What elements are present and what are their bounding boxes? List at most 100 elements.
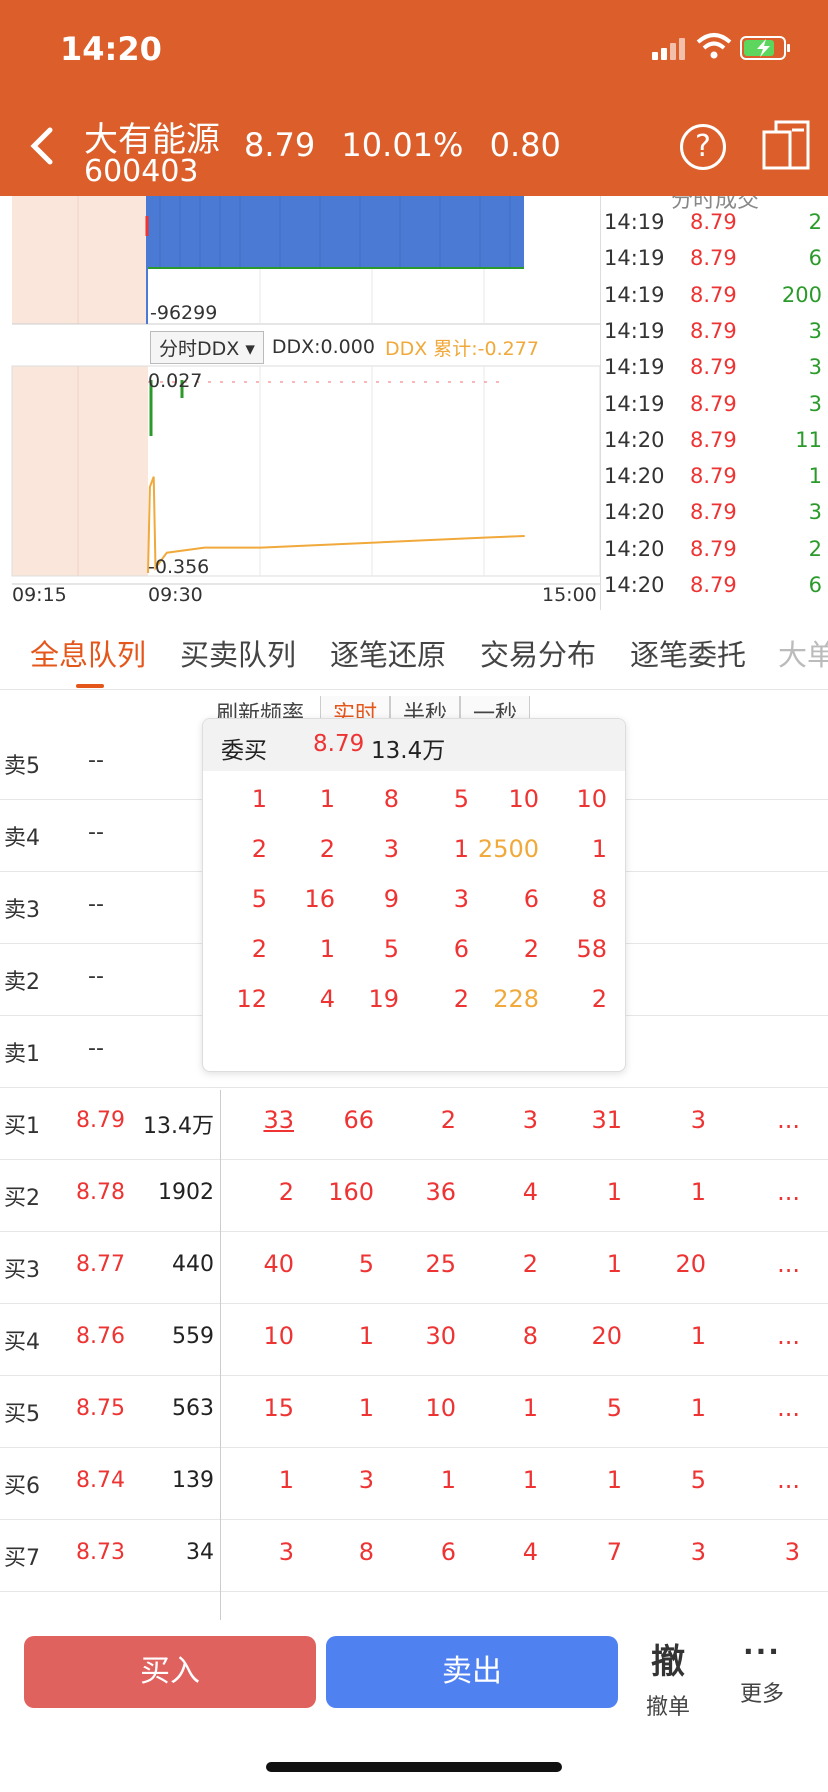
order-quantity[interactable]: 3 — [626, 1538, 706, 1566]
help-icon[interactable]: ? — [680, 124, 726, 170]
order-quantity[interactable]: 3 — [458, 1106, 538, 1134]
order-quantity[interactable]: 10 — [376, 1394, 456, 1422]
popup-order-quantity[interactable]: 3 — [329, 835, 399, 863]
bid-row[interactable]: 买5 8.75 563 15 1 10 1 5 1... — [0, 1376, 828, 1448]
order-quantity[interactable]: 10 — [214, 1322, 294, 1350]
popup-order-quantity[interactable]: 8 — [537, 885, 607, 913]
tick-trades-list[interactable]: 分时成交 14:19 8.79 2 14:19 8.79 6 14:19 8.79 200 14:… — [602, 196, 828, 610]
order-quantity[interactable]: 3 — [626, 1106, 706, 1134]
order-quantity[interactable]: ... — [720, 1322, 800, 1350]
order-quantity[interactable]: 4 — [458, 1538, 538, 1566]
order-quantity[interactable]: 5 — [294, 1250, 374, 1278]
popup-order-quantity[interactable]: 10 — [537, 785, 607, 813]
order-quantity[interactable]: 15 — [214, 1394, 294, 1422]
popup-order-quantity[interactable]: 19 — [329, 985, 399, 1013]
buy-button[interactable]: 买入 — [24, 1636, 316, 1708]
popup-order-quantity[interactable]: 2 — [469, 935, 539, 963]
tab-bid-ask-queue[interactable]: 买卖队列 — [180, 632, 296, 674]
order-quantity[interactable]: 1 — [542, 1178, 622, 1206]
order-quantity[interactable]: 3 — [214, 1538, 294, 1566]
order-quantity[interactable]: 1 — [626, 1394, 706, 1422]
order-quantity[interactable]: 66 — [294, 1106, 374, 1134]
order-quantity[interactable]: 3 — [294, 1466, 374, 1494]
popup-order-quantity[interactable]: 5 — [203, 885, 267, 913]
order-quantity[interactable]: ... — [720, 1394, 800, 1422]
popup-order-quantity[interactable]: 1 — [265, 785, 335, 813]
order-quantity[interactable]: 33 — [214, 1106, 294, 1134]
order-quantity[interactable]: 31 — [542, 1106, 622, 1134]
order-quantity[interactable]: 1 — [458, 1466, 538, 1494]
order-quantity[interactable]: 8 — [294, 1538, 374, 1566]
order-quantity[interactable]: 2 — [458, 1250, 538, 1278]
order-quantity[interactable]: ... — [720, 1106, 800, 1134]
intraday-chart-area[interactable]: -96299 0.027 -0.356 09:15 09:30 15:00 — [0, 196, 600, 610]
popup-order-quantity[interactable]: 3 — [399, 885, 469, 913]
popup-order-quantity[interactable]: 2 — [399, 985, 469, 1013]
order-quantity[interactable]: 1 — [214, 1466, 294, 1494]
order-quantity[interactable]: 5 — [542, 1394, 622, 1422]
popup-order-quantity[interactable]: 5 — [399, 785, 469, 813]
order-quantity[interactable]: 1 — [626, 1322, 706, 1350]
bid-row[interactable]: 买4 8.76 559 10 1 30 8 20 1... — [0, 1304, 828, 1376]
popup-order-quantity[interactable]: 2 — [203, 835, 267, 863]
popup-order-quantity[interactable]: 1 — [265, 935, 335, 963]
order-quantity[interactable]: 36 — [376, 1178, 456, 1206]
sell-button[interactable]: 卖出 — [326, 1636, 618, 1708]
order-quantity[interactable]: 2 — [214, 1178, 294, 1206]
bid-row[interactable]: 买1 8.79 13.4万 33 66 2 3 31 3... — [0, 1088, 828, 1160]
order-quantity[interactable]: 7 — [542, 1538, 622, 1566]
tab-tick-restore[interactable]: 逐笔还原 — [330, 632, 446, 674]
order-quantity[interactable]: 1 — [626, 1178, 706, 1206]
order-quantity[interactable]: 1 — [458, 1394, 538, 1422]
popup-order-quantity[interactable]: 1 — [537, 835, 607, 863]
order-quantity[interactable]: 25 — [376, 1250, 456, 1278]
order-quantity[interactable]: 1 — [542, 1466, 622, 1494]
popup-order-quantity[interactable]: 228 — [469, 985, 539, 1013]
order-quantity[interactable]: 1 — [376, 1466, 456, 1494]
bid-row[interactable]: 买3 8.77 440 40 5 25 2 1 20... — [0, 1232, 828, 1304]
tab-trade-distribution[interactable]: 交易分布 — [480, 632, 596, 674]
order-quantity[interactable]: 6 — [376, 1538, 456, 1566]
order-quantity[interactable]: 1 — [542, 1250, 622, 1278]
layout-switch-icon[interactable] — [762, 120, 810, 170]
order-quantity[interactable]: 4 — [458, 1178, 538, 1206]
back-arrow-icon[interactable] — [26, 122, 60, 170]
popup-order-quantity[interactable]: 6 — [469, 885, 539, 913]
order-quantity[interactable]: 20 — [542, 1322, 622, 1350]
order-quantity[interactable]: 30 — [376, 1322, 456, 1350]
popup-order-quantity[interactable]: 1 — [203, 785, 267, 813]
order-quantity[interactable]: 3 — [720, 1538, 800, 1566]
popup-order-quantity[interactable]: 8 — [329, 785, 399, 813]
popup-order-quantity[interactable]: 58 — [537, 935, 607, 963]
order-quantity[interactable]: ... — [720, 1466, 800, 1494]
popup-order-quantity[interactable]: 16 — [265, 885, 335, 913]
popup-order-quantity[interactable]: 2 — [265, 835, 335, 863]
popup-order-quantity[interactable]: 2 — [537, 985, 607, 1013]
bid-row[interactable]: 买7 8.73 34 3 8 6 4 7 3 3 — [0, 1520, 828, 1592]
tab-big-orders[interactable]: 大单 — [778, 632, 828, 674]
order-quantity[interactable]: 5 — [626, 1466, 706, 1494]
popup-order-quantity[interactable]: 2500 — [469, 835, 539, 863]
order-quantity[interactable]: 20 — [626, 1250, 706, 1278]
popup-order-quantity[interactable]: 5 — [329, 935, 399, 963]
popup-order-quantity[interactable]: 4 — [265, 985, 335, 1013]
order-quantity[interactable]: 1 — [294, 1322, 374, 1350]
order-quantity[interactable]: ... — [720, 1178, 800, 1206]
tab-full-queue[interactable]: 全息队列 — [30, 632, 146, 674]
popup-order-quantity[interactable]: 1 — [399, 835, 469, 863]
cancel-order-button[interactable]: 撤 撤单 — [636, 1634, 700, 1721]
more-button[interactable]: ··· 更多 — [730, 1634, 794, 1708]
popup-order-quantity[interactable]: 10 — [469, 785, 539, 813]
bid-row[interactable]: 买2 8.78 1902 2 160 36 4 1 1... — [0, 1160, 828, 1232]
order-quantity[interactable]: 1 — [294, 1394, 374, 1422]
order-quantity[interactable]: 40 — [214, 1250, 294, 1278]
popup-order-quantity[interactable]: 6 — [399, 935, 469, 963]
bid-queue-popup[interactable]: 委买 8.79 13.4万 1 1 8 5 10 10 2 2 3 1 2500 1 5 16 9 3 6 8 2 1… — [202, 718, 626, 1072]
order-quantity[interactable]: 8 — [458, 1322, 538, 1350]
bid-row[interactable]: 买6 8.74 139 1 3 1 1 1 5... — [0, 1448, 828, 1520]
tab-tick-orders[interactable]: 逐笔委托 — [630, 632, 746, 674]
order-quantity[interactable]: 2 — [376, 1106, 456, 1134]
popup-order-quantity[interactable]: 2 — [203, 935, 267, 963]
ddx-indicator-select[interactable]: 分时DDX ▾ — [150, 330, 264, 364]
order-quantity[interactable]: 160 — [294, 1178, 374, 1206]
